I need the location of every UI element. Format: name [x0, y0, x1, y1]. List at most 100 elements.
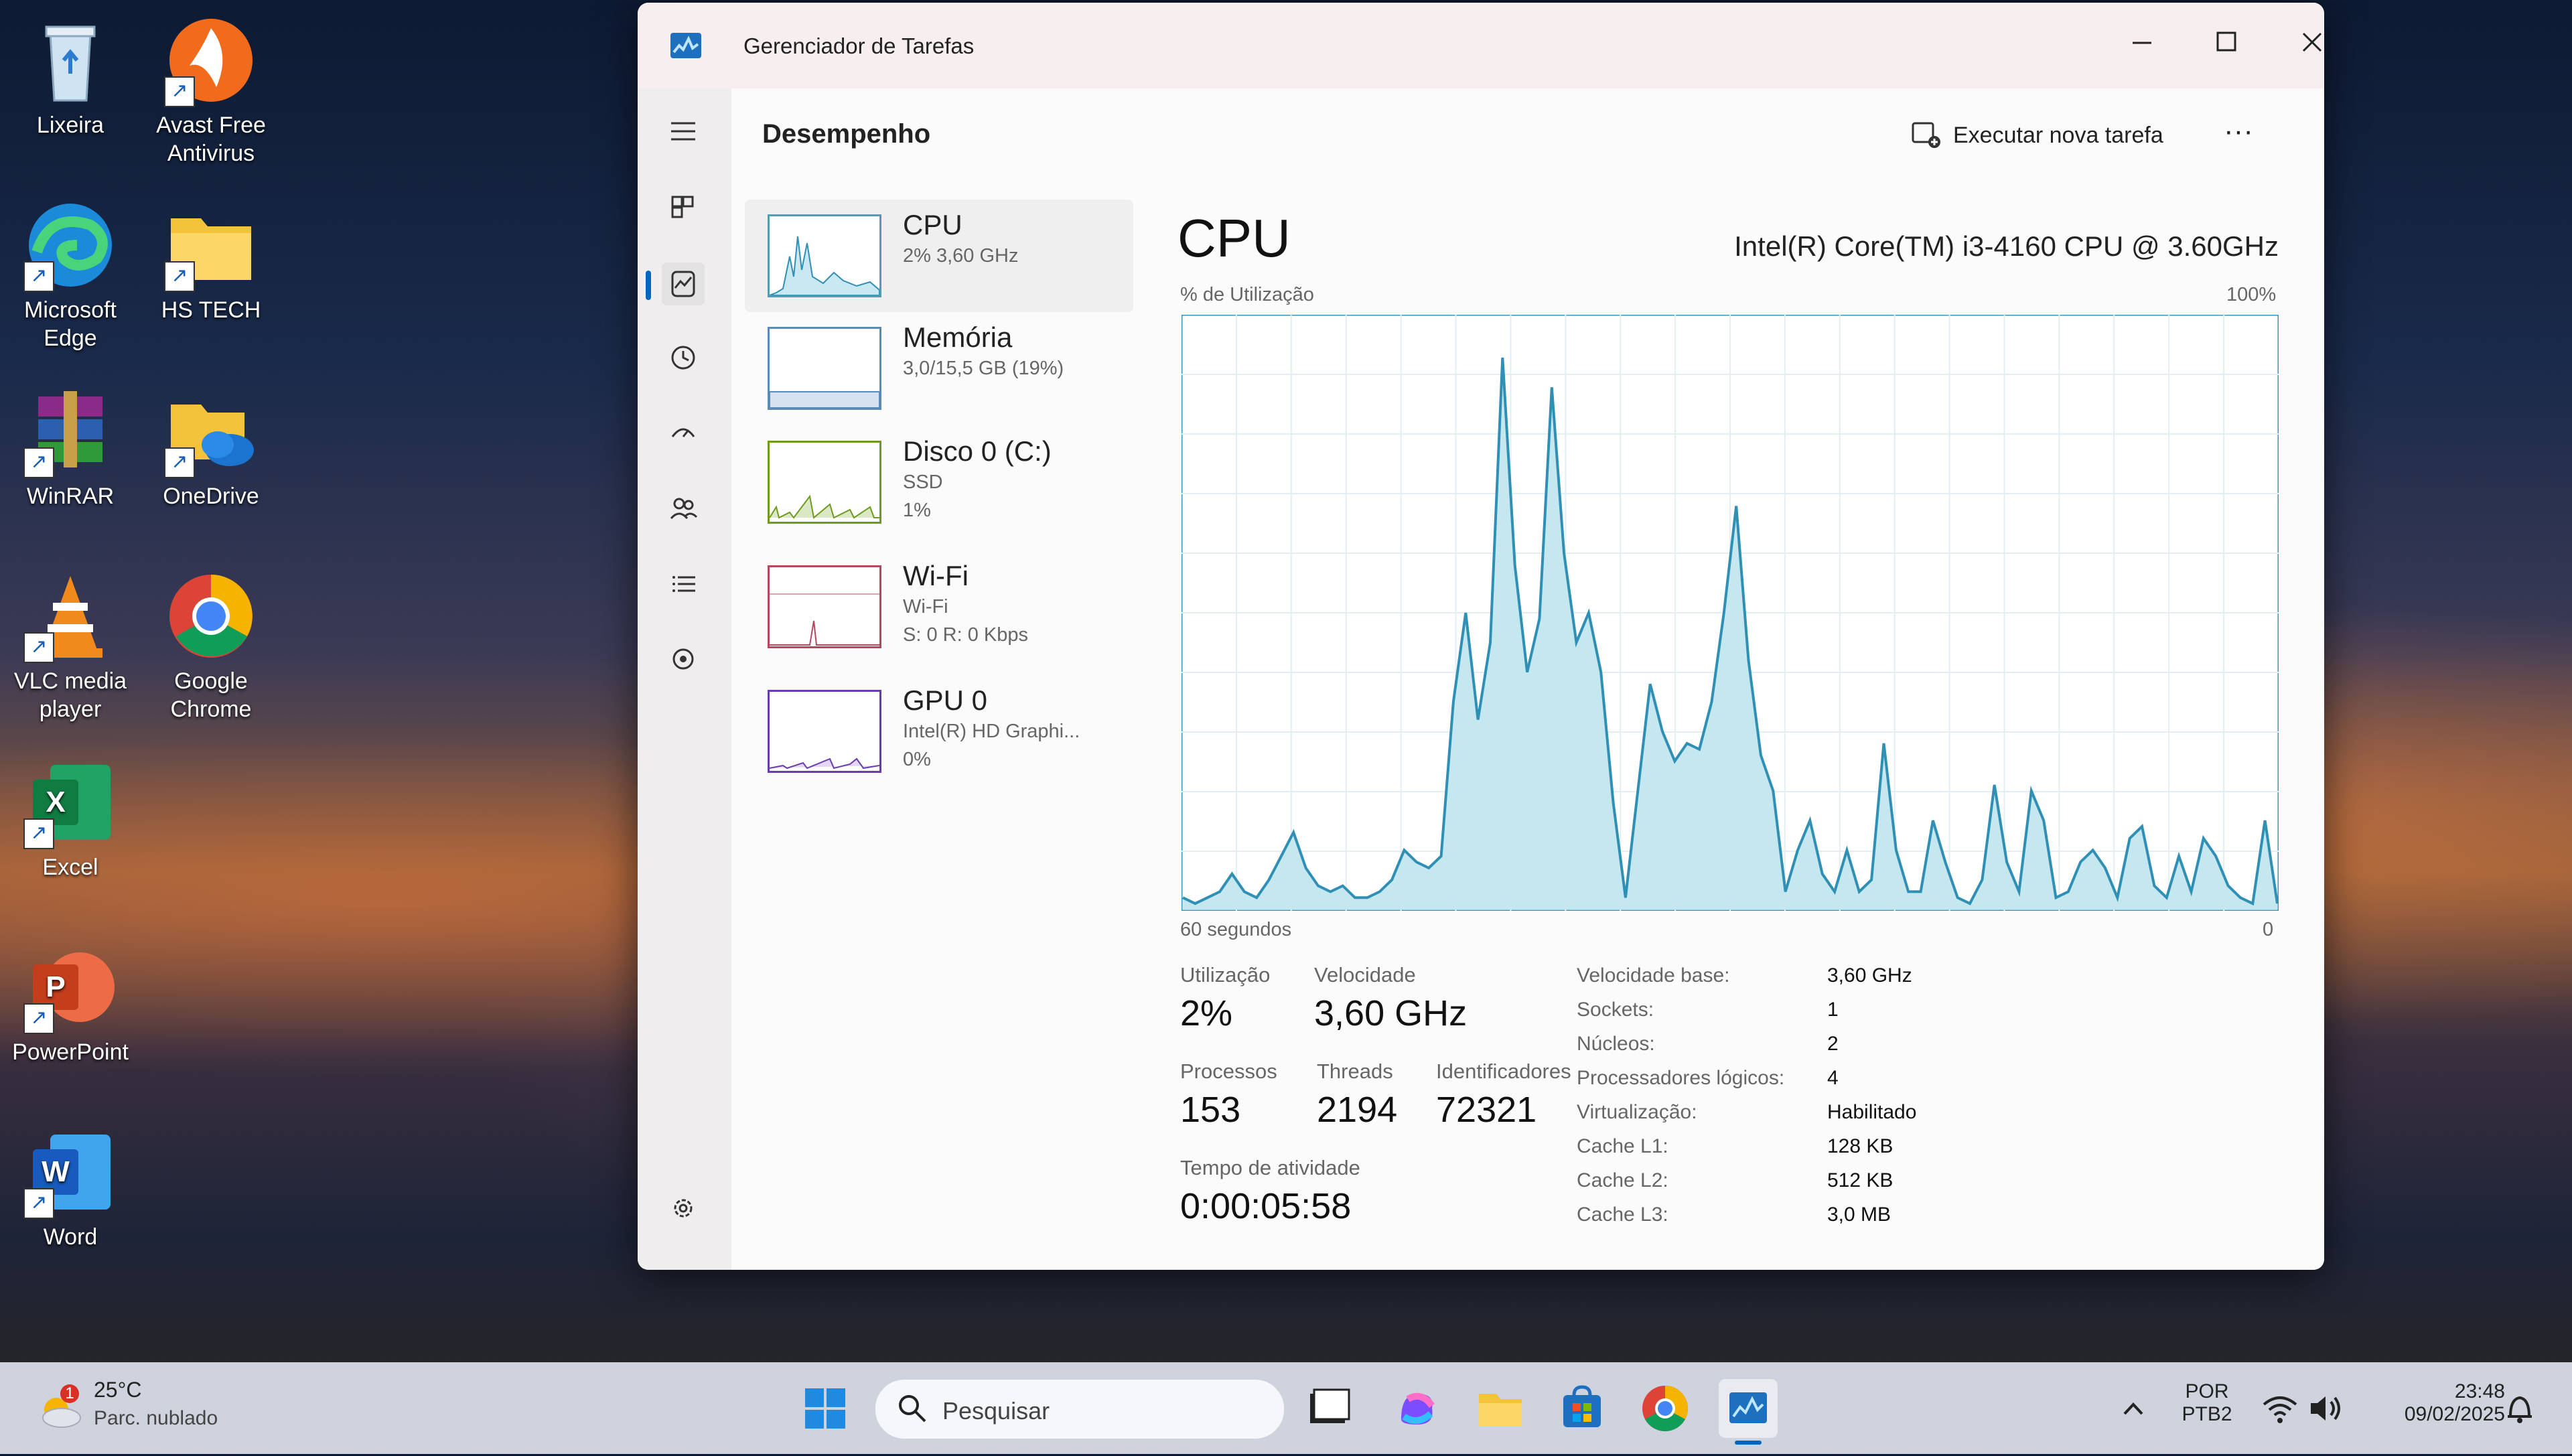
perf-item-detail: 3,0/15,5 GB (19%) — [903, 358, 1064, 379]
svg-text:P: P — [46, 970, 65, 1003]
performance-nav-icon[interactable] — [662, 263, 705, 305]
perf-item-memory[interactable]: Memória 3,0/15,5 GB (19%) — [745, 312, 1133, 425]
perf-item-gpu[interactable]: GPU 0 Intel(R) HD Graphi... 0% — [745, 675, 1133, 788]
weather-temp[interactable]: 25°C — [94, 1378, 142, 1402]
hamburger-menu-icon[interactable] — [662, 110, 705, 153]
perf-item-name: Memória — [903, 321, 1013, 353]
shortcut-arrow-icon: ↗ — [23, 447, 54, 478]
gpu-thumbnail-graph — [768, 690, 881, 773]
users-nav-icon[interactable] — [662, 488, 705, 530]
utilization-value: 2% — [1180, 993, 1233, 1033]
desktop-icon-label: Word — [43, 1224, 98, 1250]
edge-icon: ↗ — [23, 198, 117, 292]
close-button[interactable] — [2279, 16, 2324, 70]
clock-time: 23:48 — [2454, 1380, 2505, 1402]
cpu-thumbnail-graph — [768, 214, 881, 297]
file-explorer-icon[interactable] — [1471, 1379, 1530, 1438]
processes-value: 153 — [1180, 1090, 1241, 1130]
desktop-icon-edge[interactable]: ↗ Microsoft Edge — [0, 198, 141, 352]
perf-item-detail-2: 1% — [903, 500, 931, 521]
desktop-icon-label: Microsoft Edge — [24, 297, 117, 351]
settings-gear-icon[interactable] — [662, 1187, 705, 1230]
task-view-button[interactable] — [1298, 1379, 1357, 1438]
desktop-icon-avast[interactable]: ↗ Avast Free Antivirus — [141, 13, 281, 167]
speed-label: Velocidade — [1314, 963, 1416, 987]
shortcut-arrow-icon: ↗ — [164, 76, 195, 107]
detail-title: CPU — [1177, 208, 1291, 268]
run-task-label: Executar nova tarefa — [1953, 123, 2163, 148]
desktop-icon-label: Google Chrome — [170, 668, 252, 722]
notification-bell-icon[interactable] — [2500, 1390, 2540, 1427]
language-indicator[interactable]: POR PTB2 — [2170, 1380, 2244, 1426]
perf-item-detail: SSD — [903, 471, 943, 493]
copilot-icon[interactable] — [1388, 1379, 1447, 1438]
desktop-icon-powerpoint[interactable]: P ↗ PowerPoint — [0, 940, 141, 1066]
volume-icon[interactable] — [2305, 1390, 2346, 1427]
more-options-button[interactable]: ··· — [2212, 115, 2265, 155]
start-button[interactable] — [796, 1379, 855, 1438]
minimize-button[interactable] — [2109, 16, 2175, 70]
virtualization-value: Habilitado — [1827, 1101, 1917, 1123]
title-bar[interactable]: Gerenciador de Tarefas — [638, 3, 2324, 88]
processes-label: Processos — [1180, 1060, 1277, 1083]
utilization-label: Utilização — [1180, 963, 1271, 987]
cache-l1-label: Cache L1: — [1577, 1135, 1668, 1157]
speed-value: 3,60 GHz — [1314, 993, 1468, 1033]
uptime-label: Tempo de atividade — [1180, 1156, 1360, 1179]
maximize-button[interactable] — [2193, 16, 2260, 70]
show-hidden-icons-chevron-icon[interactable] — [2117, 1390, 2150, 1427]
page-header: Desempenho Executar nova tarefa ··· — [731, 88, 2324, 183]
desktop-icon-recycle-bin[interactable]: Lixeira — [0, 13, 141, 139]
perf-item-disk[interactable]: Disco 0 (C:) SSD 1% — [745, 426, 1133, 538]
weather-badge: 1 — [65, 1384, 74, 1402]
keyboard-layout: PTB2 — [2182, 1403, 2232, 1425]
perf-item-wifi[interactable]: Wi-Fi Wi-Fi S: 0 R: 0 Kbps — [745, 551, 1133, 663]
desktop-icon-excel[interactable]: X ↗ Excel — [0, 755, 141, 881]
base-speed-value: 3,60 GHz — [1827, 964, 1912, 987]
perf-item-name: Wi-Fi — [903, 560, 969, 591]
run-task-icon — [1910, 121, 1942, 150]
search-icon — [896, 1392, 929, 1425]
desktop-icon-label: Excel — [42, 855, 98, 880]
weather-widget-icon[interactable]: 1 — [32, 1380, 86, 1434]
threads-value: 2194 — [1317, 1090, 1398, 1130]
clock[interactable]: 23:48 09/02/2025 — [2358, 1380, 2505, 1426]
desktop-icon-label: OneDrive — [163, 484, 259, 509]
desktop-icon-word[interactable]: W ↗ Word — [0, 1125, 141, 1251]
avast-icon: ↗ — [164, 13, 258, 107]
desktop-icon-label: Avast Free Antivirus — [156, 113, 266, 166]
startup-apps-nav-icon[interactable] — [662, 413, 705, 455]
run-new-task-button[interactable]: Executar nova tarefa — [1905, 115, 2163, 155]
taskbar: 1 25°C Parc. nublado Pesquisar POR PTB2 — [0, 1362, 2572, 1454]
services-nav-icon[interactable] — [662, 638, 705, 680]
cache-l1-value: 128 KB — [1827, 1135, 1894, 1157]
cache-l2-value: 512 KB — [1827, 1169, 1894, 1191]
task-manager-window: Gerenciador de Tarefas Desempenho Execut… — [638, 3, 2324, 1270]
perf-item-detail: Wi-Fi — [903, 596, 948, 617]
cpu-utilization-chart — [1182, 315, 2279, 911]
shortcut-arrow-icon: ↗ — [23, 261, 54, 292]
desktop-icon-label: HS TECH — [161, 297, 261, 323]
desktop-icon-chrome[interactable]: Google Chrome — [141, 569, 281, 723]
desktop-icon-winrar[interactable]: ↗ WinRAR — [0, 384, 141, 510]
search-box[interactable]: Pesquisar — [875, 1379, 1285, 1439]
desktop-icon-vlc[interactable]: ↗ VLC media player — [0, 569, 141, 723]
task-manager-taskbar-icon[interactable] — [1719, 1379, 1778, 1445]
processes-nav-icon[interactable] — [662, 185, 705, 228]
shortcut-arrow-icon: ↗ — [23, 818, 54, 849]
desktop-icon-onedrive[interactable]: ↗ OneDrive — [141, 384, 281, 510]
desktop-icon-label: WinRAR — [26, 484, 115, 509]
desktop-icon-hs-tech[interactable]: ↗ HS TECH — [141, 198, 281, 324]
shortcut-arrow-icon: ↗ — [23, 632, 54, 663]
perf-item-cpu[interactable]: CPU 2% 3,60 GHz — [745, 200, 1133, 312]
chrome-taskbar-icon[interactable] — [1636, 1379, 1695, 1438]
app-history-nav-icon[interactable] — [662, 336, 705, 379]
handles-label: Identificadores — [1436, 1060, 1571, 1083]
folder-icon: ↗ — [164, 198, 258, 292]
microsoft-store-icon[interactable] — [1553, 1379, 1612, 1438]
weather-desc[interactable]: Parc. nublado — [94, 1407, 218, 1430]
memory-thumbnail-graph — [768, 327, 881, 410]
navigation-sidebar — [638, 88, 731, 1270]
wifi-icon[interactable] — [2260, 1390, 2300, 1427]
details-nav-icon[interactable] — [662, 563, 705, 605]
